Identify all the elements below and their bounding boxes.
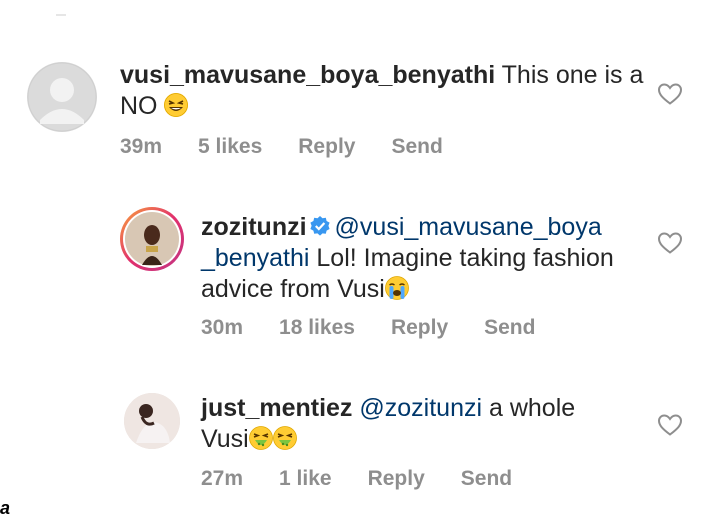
- verified-badge-icon: [309, 216, 330, 236]
- comment-body-line3: advice from Vusi: [201, 275, 385, 303]
- default-avatar-icon: [27, 62, 97, 132]
- profile-photo-icon: [123, 210, 181, 268]
- vomiting-face-emoji-icon: [248, 426, 273, 450]
- send-button[interactable]: Send: [484, 316, 535, 340]
- avatar[interactable]: [27, 62, 97, 132]
- comment-text: zozitunzi @vusi_mavusane_boya _benyathi …: [201, 212, 651, 305]
- comment-username[interactable]: vusi_mavusane_boya_benyathi: [120, 61, 495, 89]
- reply-button[interactable]: Reply: [391, 316, 448, 340]
- send-button[interactable]: Send: [391, 135, 442, 159]
- mention-link-continued[interactable]: _benyathi: [201, 244, 309, 272]
- comment-timestamp: 30m: [201, 316, 244, 339]
- grinning-squint-emoji-icon: [164, 93, 189, 117]
- profile-photo-icon: [124, 393, 180, 449]
- comment-body: Lol! Imagine taking fashion: [309, 244, 614, 272]
- like-heart-icon[interactable]: [657, 82, 683, 106]
- comment-meta: 30m 18 likes Reply Send: [201, 316, 571, 340]
- mention-link[interactable]: @vusi_mavusane_boya: [335, 213, 602, 241]
- top-divider-mark: [56, 14, 66, 16]
- comment-meta: 39m 5 likes Reply Send: [120, 135, 479, 159]
- comment-username[interactable]: just_mentiez: [201, 394, 352, 422]
- avatar[interactable]: [120, 207, 184, 271]
- like-heart-icon[interactable]: [657, 413, 683, 437]
- reply-button[interactable]: Reply: [368, 467, 425, 491]
- reply-button[interactable]: Reply: [298, 135, 355, 159]
- comment-timestamp: 27m: [201, 467, 244, 490]
- comment-body: a whole: [482, 394, 576, 422]
- comment-likes-count[interactable]: 18 likes: [279, 316, 355, 340]
- corner-watermark-letter: a: [0, 498, 11, 518]
- like-heart-icon[interactable]: [657, 231, 683, 255]
- comment-text: vusi_mavusane_boya_benyathi This one is …: [120, 60, 650, 122]
- comment-body-line2: NO: [120, 92, 165, 120]
- send-button[interactable]: Send: [461, 467, 512, 491]
- comment-username[interactable]: zozitunzi: [201, 213, 307, 241]
- comment-timestamp: 39m: [120, 135, 163, 158]
- comment-body: This one is a: [495, 61, 644, 89]
- comment-likes-count[interactable]: 1 like: [279, 467, 332, 491]
- comment-text: just_mentiez @zozitunzi a whole Vusi: [201, 393, 651, 455]
- comment-body-line2: Vusi: [201, 425, 249, 453]
- mention-link[interactable]: @zozitunzi: [359, 394, 482, 422]
- crying-emoji-icon: [384, 276, 409, 300]
- vomiting-face-emoji-icon: [272, 426, 297, 450]
- avatar[interactable]: [124, 393, 180, 449]
- comment-likes-count[interactable]: 5 likes: [198, 135, 262, 159]
- comment-meta: 27m 1 like Reply Send: [201, 467, 548, 491]
